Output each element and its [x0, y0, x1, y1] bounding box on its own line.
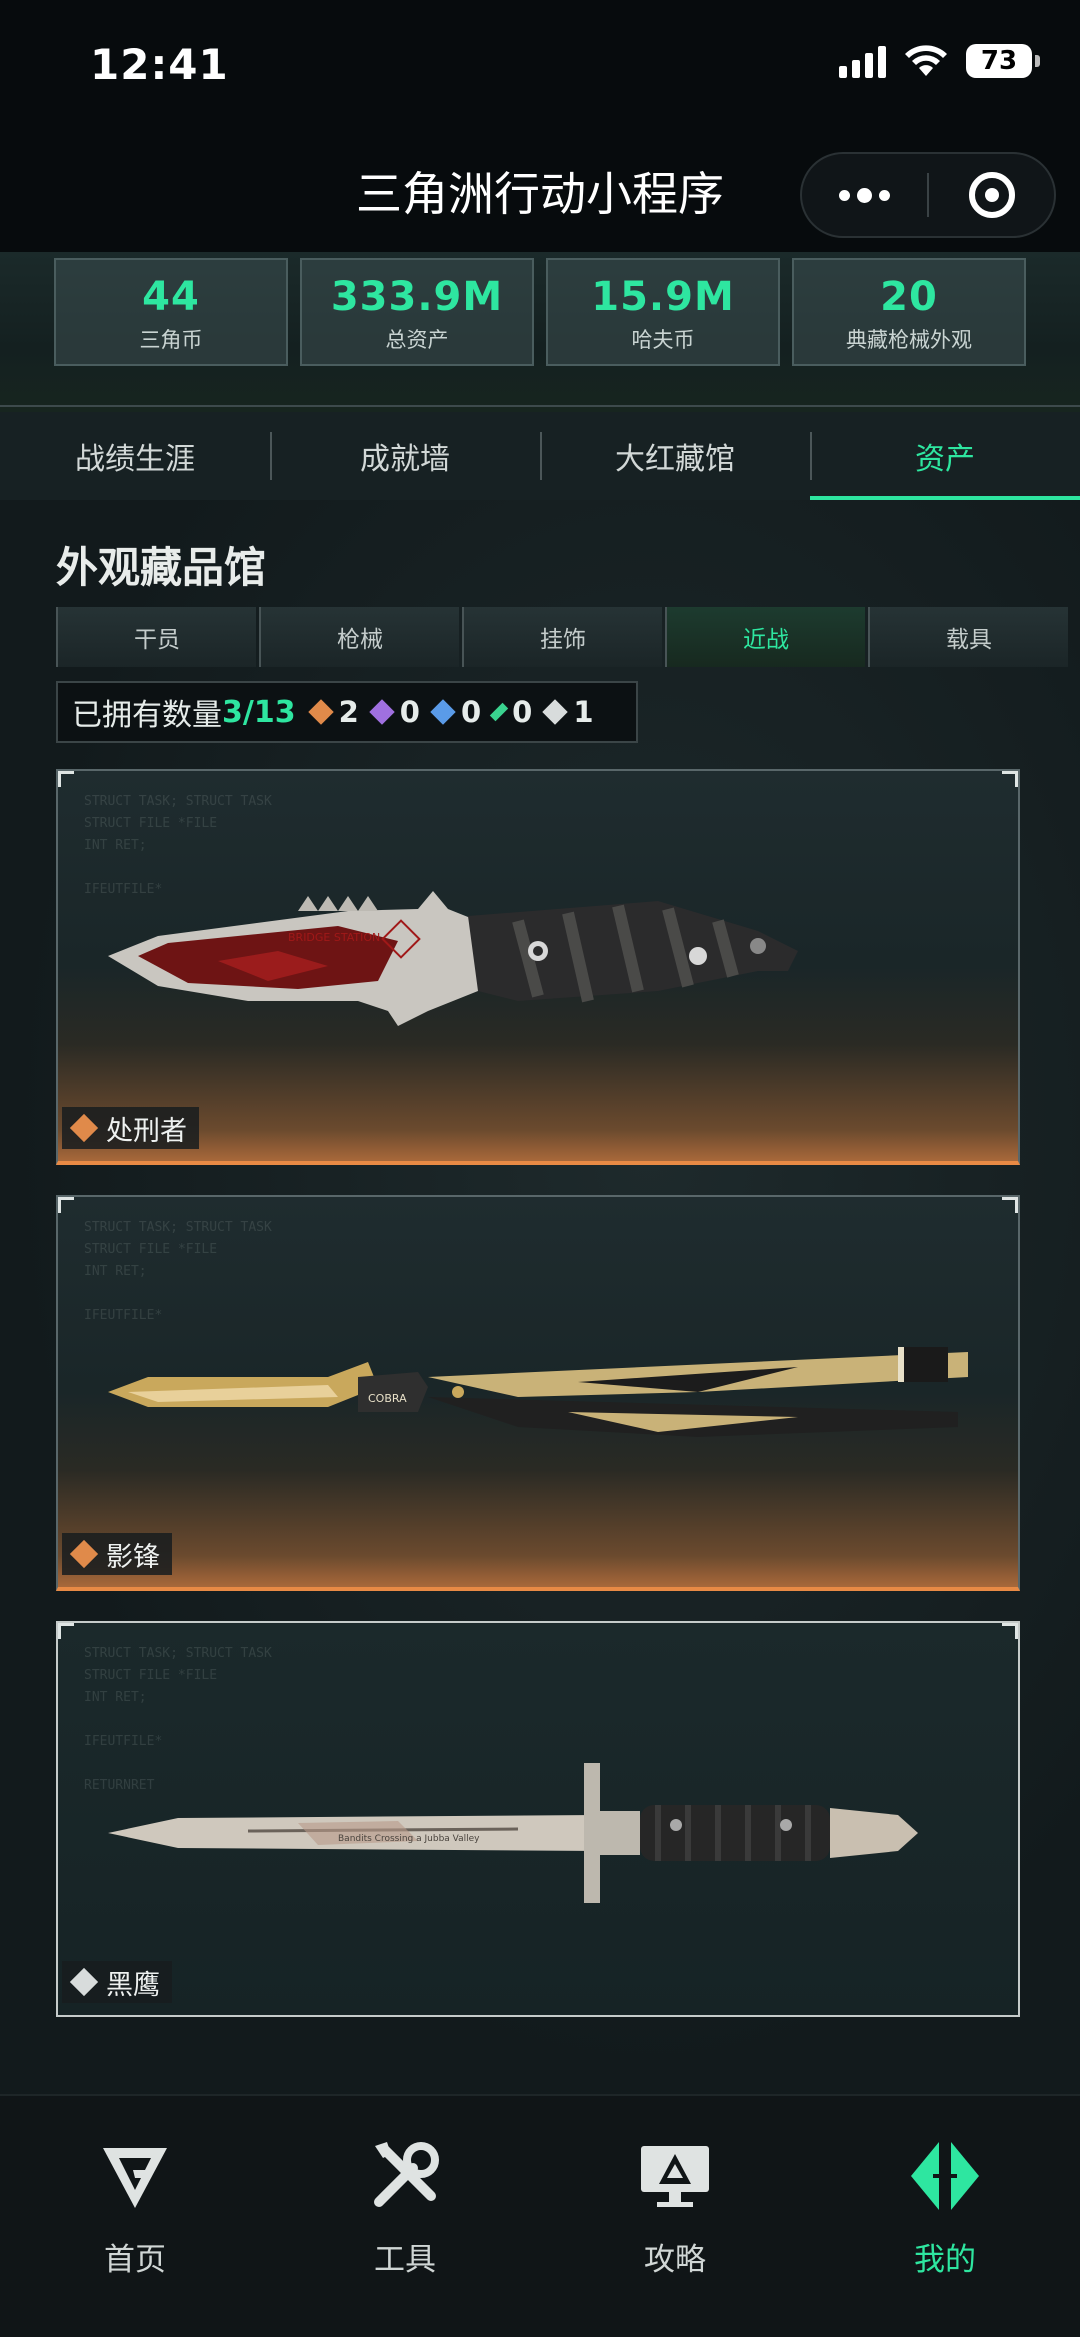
more-button[interactable]	[802, 154, 927, 236]
rarity-count-purple: 0	[369, 695, 420, 729]
stats-panel: 44 三角币 333.9M 总资产 15.9M 哈夫币 20 典藏枪械外观	[0, 252, 1080, 412]
battery-icon: 73	[966, 44, 1040, 78]
subtab-melee[interactable]: 近战	[665, 607, 865, 667]
item-name-tag: 黑鹰	[62, 1961, 172, 2003]
close-miniprogram-button[interactable]	[929, 154, 1054, 236]
purple-diamond-icon	[369, 699, 395, 725]
black-hawk-knife-image: Bandits Crossing a Jubba Valley	[108, 1763, 918, 1903]
title-bar: 三角洲行动小程序	[0, 130, 1080, 252]
nav-profile[interactable]: 我的	[810, 2096, 1080, 2337]
nav-label: 我的	[914, 2242, 976, 2278]
stat-label: 总资产	[385, 328, 449, 352]
status-icons: 73	[839, 44, 1040, 78]
rarity-count-value: 0	[512, 695, 533, 729]
wifi-icon	[905, 45, 947, 76]
corner-marker	[58, 771, 74, 787]
subtab-guns[interactable]: 枪械	[259, 607, 459, 667]
orange-diamond-icon	[307, 699, 334, 725]
subtab-operators[interactable]: 干员	[56, 607, 256, 667]
category-tabs: 干员 枪械 挂饰 近战 载具	[56, 607, 1068, 667]
signal-icon	[839, 44, 886, 78]
rarity-count-value: 2	[338, 695, 359, 729]
rarity-count-white: 1	[542, 695, 594, 729]
item-name: 黑鹰	[106, 1969, 160, 2001]
tools-icon	[374, 2142, 439, 2207]
blade-engraving: Bandits Crossing a Jubba Valley	[338, 1834, 480, 1844]
home-logo-icon	[103, 2148, 167, 2208]
nav-label: 攻略	[644, 2242, 706, 2278]
shadow-blade-knife-image: COBRA	[108, 1347, 968, 1437]
corner-marker	[1002, 1197, 1018, 1213]
tab-assets[interactable]: 资产	[810, 412, 1080, 500]
melee-card-black-hawk[interactable]: STRUCT TASK; STRUCT TASK STRUCT FILE *FI…	[56, 1621, 1020, 2017]
item-name: 处刑者	[106, 1115, 187, 1147]
orange-diamond-icon	[69, 1539, 99, 1569]
white-diamond-icon	[69, 1967, 99, 1997]
owned-label: 已拥有数量	[72, 698, 222, 733]
owned-count: 3/13	[222, 694, 296, 730]
blade-engraving: COBRA	[368, 1392, 407, 1405]
nav-tools[interactable]: 工具	[270, 2096, 540, 2337]
rarity-count-value: 1	[573, 695, 594, 729]
stat-label: 典藏枪械外观	[846, 328, 972, 352]
rarity-count-orange: 2	[307, 695, 359, 729]
rarity-count-blue: 0	[430, 695, 482, 729]
more-dots-icon	[839, 187, 890, 203]
main-content[interactable]: 外观藏品馆 干员 枪械 挂饰 近战 载具 已拥有数量 3/13 2 0 0 0 …	[0, 500, 1080, 2094]
stat-value: 44	[142, 274, 200, 320]
subtab-charms[interactable]: 挂饰	[462, 607, 662, 667]
nav-guide[interactable]: 攻略	[540, 2096, 810, 2337]
corner-marker	[1002, 1623, 1018, 1639]
stat-label: 三角币	[139, 328, 203, 352]
corner-marker	[58, 1197, 74, 1213]
rarity-count-value: 0	[460, 695, 482, 729]
blade-engraving: BRIDGE STATION	[288, 931, 380, 944]
item-name-tag: 处刑者	[62, 1107, 199, 1149]
green-arrow-icon	[489, 702, 509, 722]
bottom-navigation: 首页 工具 攻略 我的	[0, 2094, 1080, 2337]
stat-label: 哈夫币	[631, 328, 695, 352]
item-name-tag: 影锋	[62, 1533, 172, 1575]
main-tabs: 战绩生涯 成就墙 大红藏馆 资产	[0, 412, 1080, 500]
stat-card-delta-coin: 44 三角币	[54, 258, 288, 366]
nav-label: 工具	[374, 2242, 436, 2278]
orange-diamond-icon	[69, 1113, 99, 1143]
nav-label: 首页	[104, 2242, 166, 2278]
nav-home[interactable]: 首页	[0, 2096, 270, 2337]
stat-card-haf-coin: 15.9M 哈夫币	[546, 258, 780, 366]
tab-career[interactable]: 战绩生涯	[0, 412, 270, 500]
rarity-count-value: 0	[399, 695, 420, 729]
melee-card-shadow-blade[interactable]: STRUCT TASK; STRUCT TASK STRUCT FILE *FI…	[56, 1195, 1020, 1591]
stat-value: 20	[880, 274, 938, 320]
miniprogram-capsule	[800, 152, 1056, 238]
stat-card-total-assets: 333.9M 总资产	[300, 258, 534, 366]
section-title: 外观藏品馆	[56, 543, 267, 592]
stat-card-collection-skins: 20 典藏枪械外观	[792, 258, 1026, 366]
item-name: 影锋	[106, 1541, 160, 1573]
tab-achievements[interactable]: 成就墙	[270, 412, 540, 500]
corner-marker	[58, 1623, 74, 1639]
executioner-knife-image: BRIDGE STATION	[108, 891, 798, 1026]
rarity-count-green: 0	[489, 695, 533, 729]
tab-red-collection[interactable]: 大红藏馆	[540, 412, 810, 500]
target-close-icon	[968, 172, 1015, 218]
status-time: 12:41	[90, 40, 229, 89]
melee-card-executioner[interactable]: STRUCT TASK; STRUCT TASK STRUCT FILE *FI…	[56, 769, 1020, 1165]
blue-diamond-icon	[430, 699, 456, 725]
stat-value: 15.9M	[591, 274, 735, 320]
white-diamond-icon	[542, 699, 569, 725]
corner-marker	[1002, 771, 1018, 787]
divider	[0, 405, 1080, 407]
status-bar: 12:41 73	[0, 0, 1080, 130]
profile-logo-icon	[911, 2142, 979, 2210]
stat-value: 333.9M	[330, 274, 504, 320]
guide-monitor-icon	[641, 2146, 709, 2207]
subtab-vehicles[interactable]: 载具	[868, 607, 1068, 667]
owned-count-bar: 已拥有数量 3/13 2 0 0 0 1	[56, 681, 638, 743]
